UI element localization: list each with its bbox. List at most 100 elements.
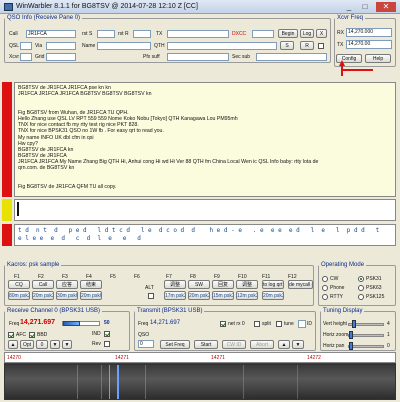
alt-check[interactable] — [148, 293, 154, 299]
name-input[interactable] — [97, 42, 151, 50]
macro-button[interactable]: CQ — [8, 280, 30, 289]
xcvr-rx-input[interactable]: 14,270.000 — [346, 28, 392, 37]
horiz-zoom-slider[interactable] — [348, 334, 384, 337]
macro-button[interactable]: 20m psk31 — [32, 291, 54, 300]
sub-button[interactable]: S — [280, 41, 294, 50]
via-input[interactable] — [46, 42, 76, 50]
tuning-display-legend: Tuning Display — [323, 308, 363, 314]
horiz-zoom-thumb[interactable] — [349, 331, 353, 339]
mode-radio[interactable] — [358, 285, 364, 291]
macro-button[interactable]: 20m psk63 — [80, 291, 102, 300]
signal-trace — [297, 365, 298, 399]
vert-height-thumb[interactable] — [352, 320, 356, 328]
rcvd-button[interactable]: R — [300, 41, 314, 50]
macro-button[interactable]: 12m psk31 — [236, 291, 258, 300]
mode-radio[interactable] — [358, 276, 364, 282]
maximize-icon[interactable]: □ — [358, 2, 372, 12]
rst-s-input[interactable] — [97, 30, 115, 38]
xcvr-tx-select[interactable]: 14,270.00 — [346, 40, 392, 49]
tx-label: TX — [156, 31, 163, 37]
minimize-icon[interactable]: _ — [342, 2, 356, 12]
receive-pane[interactable]: BG8TSV de JR1FCA JR1FCA pse kn kn JR1FCA … — [14, 82, 396, 197]
waterfall-display[interactable] — [4, 364, 396, 400]
xcvr-freq-legend: Xcvr Freq — [337, 15, 364, 21]
rst-r-input[interactable] — [133, 30, 151, 38]
clear-button[interactable]: X — [316, 29, 327, 38]
cw-id-button[interactable]: CW ID — [222, 340, 246, 349]
afc-check[interactable] — [8, 332, 14, 338]
tune-check[interactable] — [276, 321, 282, 327]
help-button[interactable]: Help — [365, 54, 391, 63]
mode-radio[interactable] — [322, 276, 328, 282]
macro-button[interactable]: 调整 — [236, 280, 258, 289]
id-label: ID — [307, 321, 312, 327]
macro-button[interactable]: 30m psk63 — [56, 291, 78, 300]
macro-button[interactable]: 20m psk31 — [188, 291, 210, 300]
split-check[interactable] — [254, 321, 260, 327]
horiz-pan-slider[interactable] — [348, 345, 384, 348]
transmit-pane[interactable] — [14, 199, 396, 221]
qsl-check[interactable] — [318, 43, 324, 49]
pfx-input[interactable] — [167, 53, 229, 61]
bbd-check[interactable] — [29, 332, 35, 338]
signal-trace — [109, 365, 110, 399]
mode-radio[interactable] — [358, 294, 364, 300]
qth-input[interactable] — [167, 42, 277, 50]
opt-button[interactable]: Opt — [20, 340, 34, 349]
tx-input[interactable] — [167, 30, 229, 38]
rx-reset-button[interactable]: 0 — [36, 340, 48, 349]
macro-button[interactable]: to log qrt? — [262, 280, 284, 289]
tx-down-button[interactable]: ▼ — [292, 340, 304, 349]
mode-label: CW — [330, 276, 339, 282]
xcvr-input[interactable] — [20, 53, 32, 61]
macro-button[interactable]: 回复 — [212, 280, 234, 289]
close-icon[interactable]: ✕ — [376, 2, 396, 12]
rx-up-button[interactable]: ▲ — [8, 340, 18, 349]
frequency-ruler[interactable]: 14270 14271 14271 14272 — [4, 352, 396, 363]
macro-button[interactable]: Call — [32, 280, 54, 289]
macro-button[interactable]: 15m psk31 — [212, 291, 234, 300]
tx-up-button[interactable]: ▲ — [278, 340, 290, 349]
macro-button[interactable]: de mycall (3) — [288, 280, 313, 289]
mode-radio[interactable] — [322, 285, 328, 291]
macro-fkey-label: F5 — [110, 274, 116, 280]
set-freq-button[interactable]: Set Freq — [160, 340, 190, 349]
call-input[interactable]: JR1FCA — [26, 30, 76, 38]
transmit-pane-indicator[interactable] — [2, 199, 12, 221]
ind-check[interactable] — [104, 331, 110, 337]
rx-freq-value: 14,271.697 — [20, 319, 56, 326]
macro-button[interactable]: 80m psk31 — [8, 291, 30, 300]
dxcc-input[interactable] — [252, 30, 274, 38]
macro-button[interactable]: SW — [188, 280, 210, 289]
macro-button[interactable]: 20m psk31 — [262, 291, 284, 300]
mode-radio[interactable] — [322, 294, 328, 300]
log-button[interactable]: Log — [300, 29, 314, 38]
abort-button[interactable]: Abort — [250, 340, 274, 349]
pfx-label: Pfx suff — [143, 54, 160, 60]
window-titlebar[interactable]: WinWarbler 8.1.1 for BG8TSV @ 2014-07-28… — [0, 0, 400, 14]
psk-ticker[interactable]: t d n t d p e d l d t c d l e d c o d d … — [14, 224, 396, 246]
begin-button[interactable]: Begin — [278, 29, 298, 38]
qsl-input[interactable] — [20, 42, 32, 50]
vert-height-value: 4 — [387, 321, 390, 327]
macro-button[interactable]: 应答 — [56, 280, 78, 289]
start-button[interactable]: Start — [194, 340, 218, 349]
macro-button[interactable]: 17m psk31 — [164, 291, 186, 300]
qso-select[interactable]: 0 — [138, 340, 154, 348]
macro-button[interactable]: 结束 — [80, 280, 102, 289]
net-rx-check[interactable] — [220, 321, 226, 327]
macro-button[interactable]: 调整 — [164, 280, 186, 289]
horiz-pan-thumb[interactable] — [349, 342, 353, 350]
horiz-zoom-label: Horiz zoom — [323, 332, 349, 338]
rx-down2-button[interactable]: ▼ — [62, 340, 72, 349]
ruler-label: 14271 — [115, 355, 129, 361]
rev-check[interactable] — [104, 341, 110, 347]
mode-label: PSK125 — [366, 294, 385, 300]
rx-down-button[interactable]: ▼ — [50, 340, 60, 349]
sec-sub-input[interactable] — [256, 53, 327, 61]
grid-input[interactable] — [46, 53, 76, 61]
tx-id-input[interactable] — [298, 320, 306, 328]
ticker-pane-indicator[interactable] — [2, 224, 12, 246]
receive-pane-indicator[interactable] — [2, 82, 12, 197]
xcvr-tx-label: TX — [337, 42, 344, 48]
